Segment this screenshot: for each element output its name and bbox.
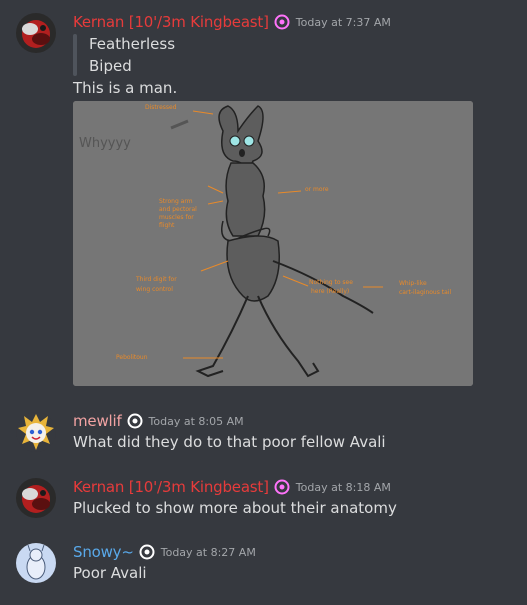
annotation: or more bbox=[305, 186, 329, 193]
timestamp[interactable]: Today at 8:18 AM bbox=[296, 481, 391, 494]
quote-line: Biped bbox=[89, 57, 132, 75]
annotation: wing control bbox=[136, 286, 173, 293]
annotation: Whip-like bbox=[399, 280, 427, 287]
avatar-kernan[interactable] bbox=[16, 478, 56, 518]
message-text: This is a man. bbox=[73, 79, 178, 97]
image-attachment[interactable]: Whyyyy Distressed Strong arm and pectora… bbox=[73, 101, 473, 386]
quote-bar bbox=[73, 34, 77, 76]
avatar-kernan[interactable] bbox=[16, 13, 56, 53]
message-text: What did they do to that poor fellow Ava… bbox=[73, 433, 386, 451]
annotation: Third digit for bbox=[135, 276, 177, 283]
avatar-snowy[interactable] bbox=[16, 543, 56, 583]
username[interactable]: Kernan [10'/3m Kingbeast] bbox=[73, 13, 269, 31]
username[interactable]: mewlif bbox=[73, 412, 122, 430]
timestamp[interactable]: Today at 8:27 AM bbox=[161, 546, 256, 559]
annotation: and pectoral bbox=[159, 206, 197, 213]
username[interactable]: Kernan [10'/3m Kingbeast] bbox=[73, 478, 269, 496]
annotation: Nothing to see bbox=[309, 279, 353, 286]
avatar-mewlif[interactable] bbox=[16, 412, 56, 452]
annotation: Pebolitoun bbox=[116, 354, 148, 361]
quote-line: Featherless bbox=[89, 35, 176, 53]
whyyyy-scribble: Whyyyy bbox=[79, 136, 131, 151]
timestamp[interactable]: Today at 7:37 AM bbox=[296, 16, 391, 29]
message-text: Poor Avali bbox=[73, 564, 147, 582]
sketch-image: Whyyyy Distressed Strong arm and pectora… bbox=[73, 101, 473, 386]
nitro-badge-icon[interactable] bbox=[274, 479, 290, 495]
annotation: muscles for bbox=[159, 214, 194, 221]
nitro-badge-icon[interactable] bbox=[127, 413, 143, 429]
message-text: Plucked to show more about their anatomy bbox=[73, 499, 397, 517]
annotation: here (Really) bbox=[311, 288, 349, 295]
annotation: flight bbox=[159, 222, 175, 229]
annotation: Strong arm bbox=[159, 198, 193, 205]
username[interactable]: Snowy~ bbox=[73, 543, 134, 561]
nitro-badge-icon[interactable] bbox=[139, 544, 155, 560]
nitro-badge-icon[interactable] bbox=[274, 14, 290, 30]
timestamp[interactable]: Today at 8:05 AM bbox=[149, 415, 244, 428]
annotation: Distressed bbox=[145, 104, 177, 111]
annotation: cart-ilaginous tail bbox=[399, 289, 451, 296]
